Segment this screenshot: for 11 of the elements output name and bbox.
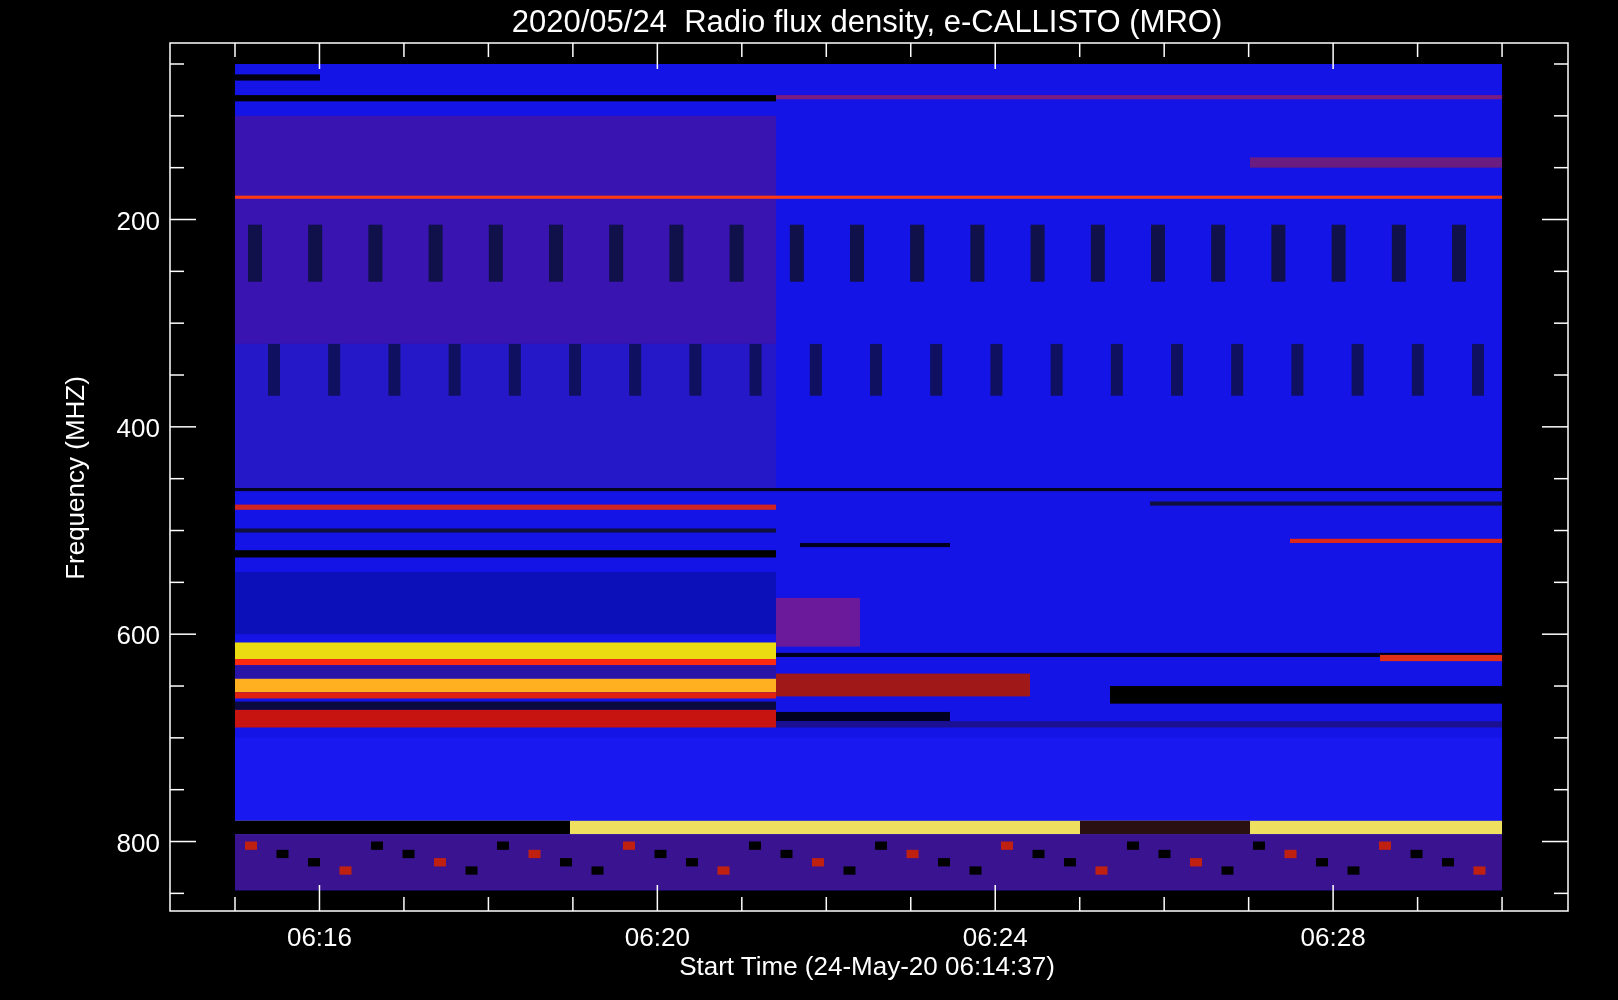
chart-title: 2020/05/24 Radio flux density, e-CALLISTO (MRO): [511, 4, 1223, 39]
y-tick-label: 800: [116, 827, 160, 858]
x-tick-label: 06:28: [1300, 922, 1366, 952]
x-tick-label: 06:16: [286, 922, 352, 952]
y-tick-label: 400: [116, 412, 160, 443]
x-tick-label: 06:24: [962, 922, 1028, 952]
y-tick-label: 600: [116, 620, 160, 651]
y-axis-label: Frequency (MHZ): [60, 376, 90, 580]
x-tick-label: 06:20: [624, 922, 690, 952]
x-axis-label: Start Time (24-May-20 06:14:37): [679, 951, 1055, 981]
y-tick-label: 200: [116, 205, 160, 236]
